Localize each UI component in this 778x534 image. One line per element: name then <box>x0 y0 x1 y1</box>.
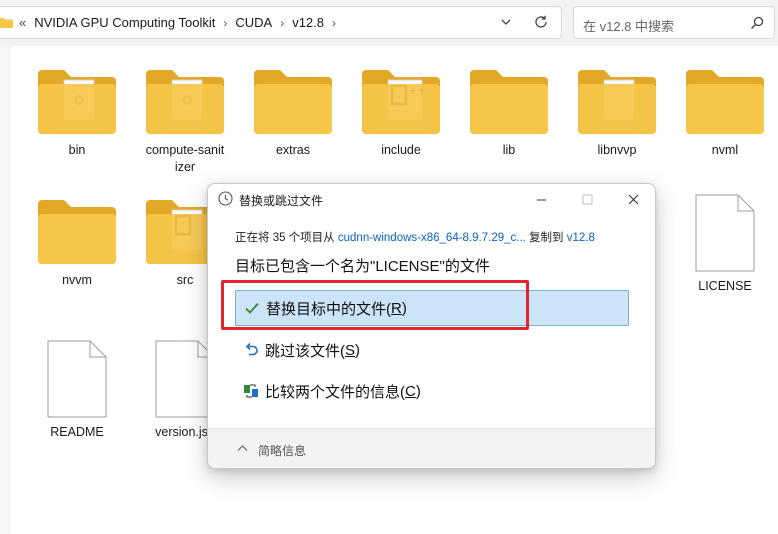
copy-progress-info: 正在将 35 个项目从 cudnn-windows-x86_64-8.9.7.2… <box>235 229 595 245</box>
replace-or-skip-dialog: 替换或跳过文件 正在将 35 个项目从 cudnn-windows-x86_64… <box>207 183 656 469</box>
folder-icon <box>254 70 332 134</box>
dialog-title: 替换或跳过文件 <box>239 194 324 208</box>
folder-icon <box>470 70 548 134</box>
folder-exe-icon <box>146 70 224 134</box>
item-label: lib <box>502 143 516 157</box>
breadcrumb-separator[interactable]: › <box>280 16 284 30</box>
folder-lib[interactable]: lib <box>461 70 557 159</box>
folder-document-icon <box>578 70 656 134</box>
folder-cpp-icon: ++ <box>362 70 440 134</box>
source-folder-link[interactable]: cudnn-windows-x86_64-8.9.7.29_c... <box>338 232 526 244</box>
chevron-down-icon[interactable] <box>499 15 513 29</box>
item-label: compute-sanit izer <box>145 143 225 174</box>
folder-include[interactable]: ++ include <box>353 70 449 159</box>
refresh-icon[interactable] <box>533 14 549 30</box>
breadcrumb-separator[interactable]: › <box>223 16 227 30</box>
maximize-icon <box>582 194 592 204</box>
replace-file-option[interactable]: 替换目标中的文件(R) <box>235 290 629 326</box>
file-license[interactable]: LICENSE <box>677 194 773 295</box>
folder-icon <box>686 70 764 134</box>
item-label: nvvm <box>62 273 92 287</box>
chevron-up-icon <box>237 445 248 451</box>
folder-icon <box>0 18 13 28</box>
file-icon <box>695 194 755 272</box>
check-icon <box>245 302 259 314</box>
file-readme[interactable]: README <box>29 340 125 441</box>
file-icon <box>155 340 215 418</box>
folder-nvml[interactable]: nvml <box>677 70 773 159</box>
compare-icon <box>244 384 258 398</box>
overflow-chevron[interactable]: « <box>19 15 26 30</box>
skip-file-option[interactable]: 跳过该文件(S) <box>235 332 629 368</box>
breadcrumb-nvidia[interactable]: NVIDIA GPU Computing Toolkit <box>34 15 215 30</box>
search-placeholder: 在 v12.8 中搜索 <box>583 19 675 34</box>
option-suffix: ) <box>355 341 361 359</box>
item-label: include <box>381 143 421 157</box>
option-accesskey: S <box>345 341 356 359</box>
close-icon <box>628 194 638 204</box>
search-icon <box>751 16 764 29</box>
option-accesskey: C <box>405 382 416 400</box>
minimize-icon <box>536 199 546 200</box>
breadcrumb-cuda[interactable]: CUDA <box>235 15 272 30</box>
undo-icon <box>245 342 258 356</box>
option-label: 替换目标中的文件( <box>266 300 391 318</box>
clock-icon <box>218 191 233 206</box>
option-suffix: ) <box>415 382 421 400</box>
item-label: bin <box>68 143 86 157</box>
item-label: libnvvp <box>597 143 637 157</box>
compare-files-option[interactable]: 比较两个文件的信息(C) <box>235 373 629 409</box>
option-suffix: ) <box>401 299 407 317</box>
address-bar[interactable]: « NVIDIA GPU Computing Toolkit › CUDA › … <box>0 6 562 39</box>
minimize-button[interactable] <box>518 184 564 214</box>
option-label: 跳过该文件( <box>265 342 345 360</box>
conflict-heading: 目标已包含一个名为"LICENSE"的文件 <box>235 258 490 275</box>
item-label: README <box>50 425 104 439</box>
option-label: 比较两个文件的信息( <box>265 383 405 401</box>
fewer-details-toggle[interactable]: 简略信息 <box>208 428 655 468</box>
folder-bin[interactable]: bin <box>29 70 125 159</box>
item-label: LICENSE <box>698 279 752 293</box>
address-bar-region: « NVIDIA GPU Computing Toolkit › CUDA › … <box>0 0 778 46</box>
folder-libnvvp[interactable]: libnvvp <box>569 70 665 159</box>
destination-folder-link[interactable]: v12.8 <box>567 232 595 244</box>
breadcrumb-separator[interactable]: › <box>332 16 336 30</box>
item-label: extras <box>275 143 311 157</box>
folder-extras[interactable]: extras <box>245 70 341 159</box>
dialog-title-bar[interactable]: 替换或跳过文件 <box>208 184 655 214</box>
maximize-button[interactable] <box>564 184 610 214</box>
file-icon <box>47 340 107 418</box>
search-input[interactable]: 在 v12.8 中搜索 <box>573 6 775 39</box>
info-mid: 复制到 <box>529 232 564 244</box>
close-button[interactable] <box>610 184 655 214</box>
fewer-details-label: 简略信息 <box>258 444 307 458</box>
navigation-pane-edge <box>0 46 10 534</box>
folder-nvvm[interactable]: nvvm <box>29 200 125 289</box>
option-accesskey: R <box>391 299 402 317</box>
folder-exe-icon <box>38 70 116 134</box>
breadcrumb-v128[interactable]: v12.8 <box>292 15 324 30</box>
info-prefix: 正在将 35 个项目从 <box>235 232 335 244</box>
item-label: nvml <box>711 143 739 157</box>
folder-icon <box>38 200 116 264</box>
folder-compute-sanitizer[interactable]: compute-sanit izer <box>137 70 233 176</box>
